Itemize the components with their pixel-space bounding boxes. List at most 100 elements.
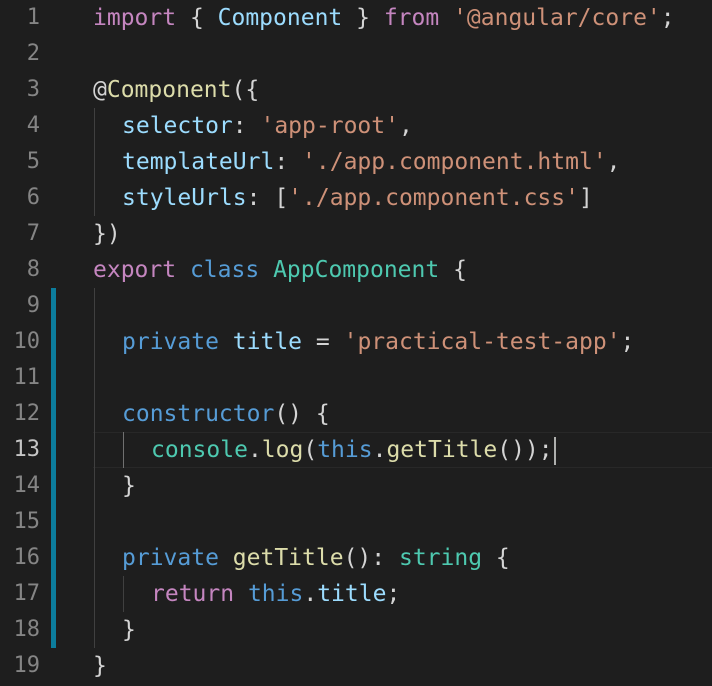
token: this (317, 437, 373, 463)
token: @ (93, 77, 107, 103)
code-line-8: export class AppComponent { (93, 252, 467, 288)
token: getTitle (386, 437, 498, 463)
token: console (151, 437, 248, 463)
code-line-17: return this.title; (151, 576, 400, 612)
token: } (122, 473, 136, 499)
line-number: 16 (13, 545, 41, 570)
token: 'app-root' (260, 113, 399, 139)
line-number: 19 (13, 653, 41, 678)
line-number: 10 (13, 329, 41, 354)
token: '@angular/core' (453, 5, 661, 31)
line-number: 6 (26, 185, 40, 210)
token: Component (217, 5, 343, 31)
line-number: 18 (13, 617, 41, 642)
token: './app.component.css' (288, 185, 579, 211)
line-number: 7 (26, 221, 40, 246)
token: Component (106, 77, 232, 103)
line-number: 15 (13, 509, 41, 534)
code-line-19: } (93, 648, 107, 684)
line-number: 1 (26, 5, 40, 30)
code-line-10: private title = 'practical-test-app'; (122, 324, 634, 360)
line-number: 3 (26, 77, 40, 102)
code-line-3: @Component({ (93, 72, 259, 108)
token: AppComponent (273, 257, 440, 283)
token: ; (660, 5, 675, 31)
line-number-gutter[interactable]: 1 2 3 4 5 6 7 8 9 10 11 12 13 14 15 16 1… (0, 0, 58, 686)
token: log (261, 437, 304, 463)
token: styleUrls (122, 185, 247, 211)
token: } (93, 653, 107, 679)
token: . (247, 437, 262, 463)
code-line-4: selector: 'app-root', (122, 108, 413, 144)
code-line-7: }) (93, 216, 121, 252)
line-number: 4 (26, 113, 40, 138)
line-number: 14 (13, 473, 41, 498)
token: () { (274, 401, 330, 427)
token: constructor (122, 401, 275, 427)
token: : (232, 113, 261, 139)
line-number: 5 (26, 149, 40, 174)
token: } (342, 5, 384, 31)
line-number: 17 (13, 581, 41, 606)
token: class (189, 257, 260, 283)
code-line-18: } (122, 612, 136, 648)
token: return (151, 581, 235, 607)
code-line-6: styleUrls: ['./app.component.css'] (122, 180, 593, 216)
modified-lines-indicator[interactable] (51, 288, 56, 648)
line-number: 12 (13, 401, 41, 426)
token: ] (578, 185, 593, 211)
token: this (247, 581, 304, 607)
token: private (122, 545, 219, 571)
token: { (482, 545, 510, 571)
code-line-13: console.log(this.getTitle()); (151, 432, 556, 468)
code-line-5: templateUrl: './app.component.html', (122, 144, 621, 180)
line-number-active: 13 (13, 437, 41, 462)
code-line-16: private getTitle(): string { (122, 540, 510, 576)
token: ( (303, 437, 318, 463)
code-area[interactable]: import { Component } from '@angular/core… (93, 0, 712, 686)
token: ({ (231, 77, 260, 103)
code-editor[interactable]: 1 2 3 4 5 6 7 8 9 10 11 12 13 14 15 16 1… (0, 0, 712, 686)
line-number: 9 (26, 293, 40, 318)
token: 'practical-test-app' (343, 329, 621, 355)
token: } (122, 617, 136, 643)
line-number: 8 (26, 257, 40, 282)
token: title (317, 581, 387, 607)
code-line-1: import { Component } from '@angular/core… (93, 0, 675, 36)
token: ; (620, 329, 635, 355)
token: , (398, 113, 413, 139)
token: import (93, 5, 177, 31)
line-number: 2 (26, 41, 40, 66)
code-line-12: constructor() { (122, 396, 330, 432)
line-number: 11 (13, 365, 41, 390)
token: ; (386, 581, 401, 607)
token: (): (343, 545, 399, 571)
token: './app.component.html' (302, 149, 607, 175)
token: private (122, 329, 219, 355)
token: getTitle (232, 545, 344, 571)
token: ()); (497, 437, 553, 463)
token: = (302, 329, 344, 355)
token: . (372, 437, 387, 463)
token: from (383, 5, 440, 31)
token: , (606, 149, 621, 175)
text-cursor (553, 436, 556, 465)
token: { (439, 257, 467, 283)
token: . (303, 581, 318, 607)
token: selector (122, 113, 233, 139)
token: templateUrl (122, 149, 275, 175)
token: : (274, 149, 303, 175)
token: export (93, 257, 177, 283)
token: title (232, 329, 303, 355)
token: string (398, 545, 483, 571)
token: { (176, 5, 218, 31)
token: }) (93, 221, 121, 247)
code-line-14: } (122, 468, 136, 504)
token: : [ (246, 185, 289, 211)
